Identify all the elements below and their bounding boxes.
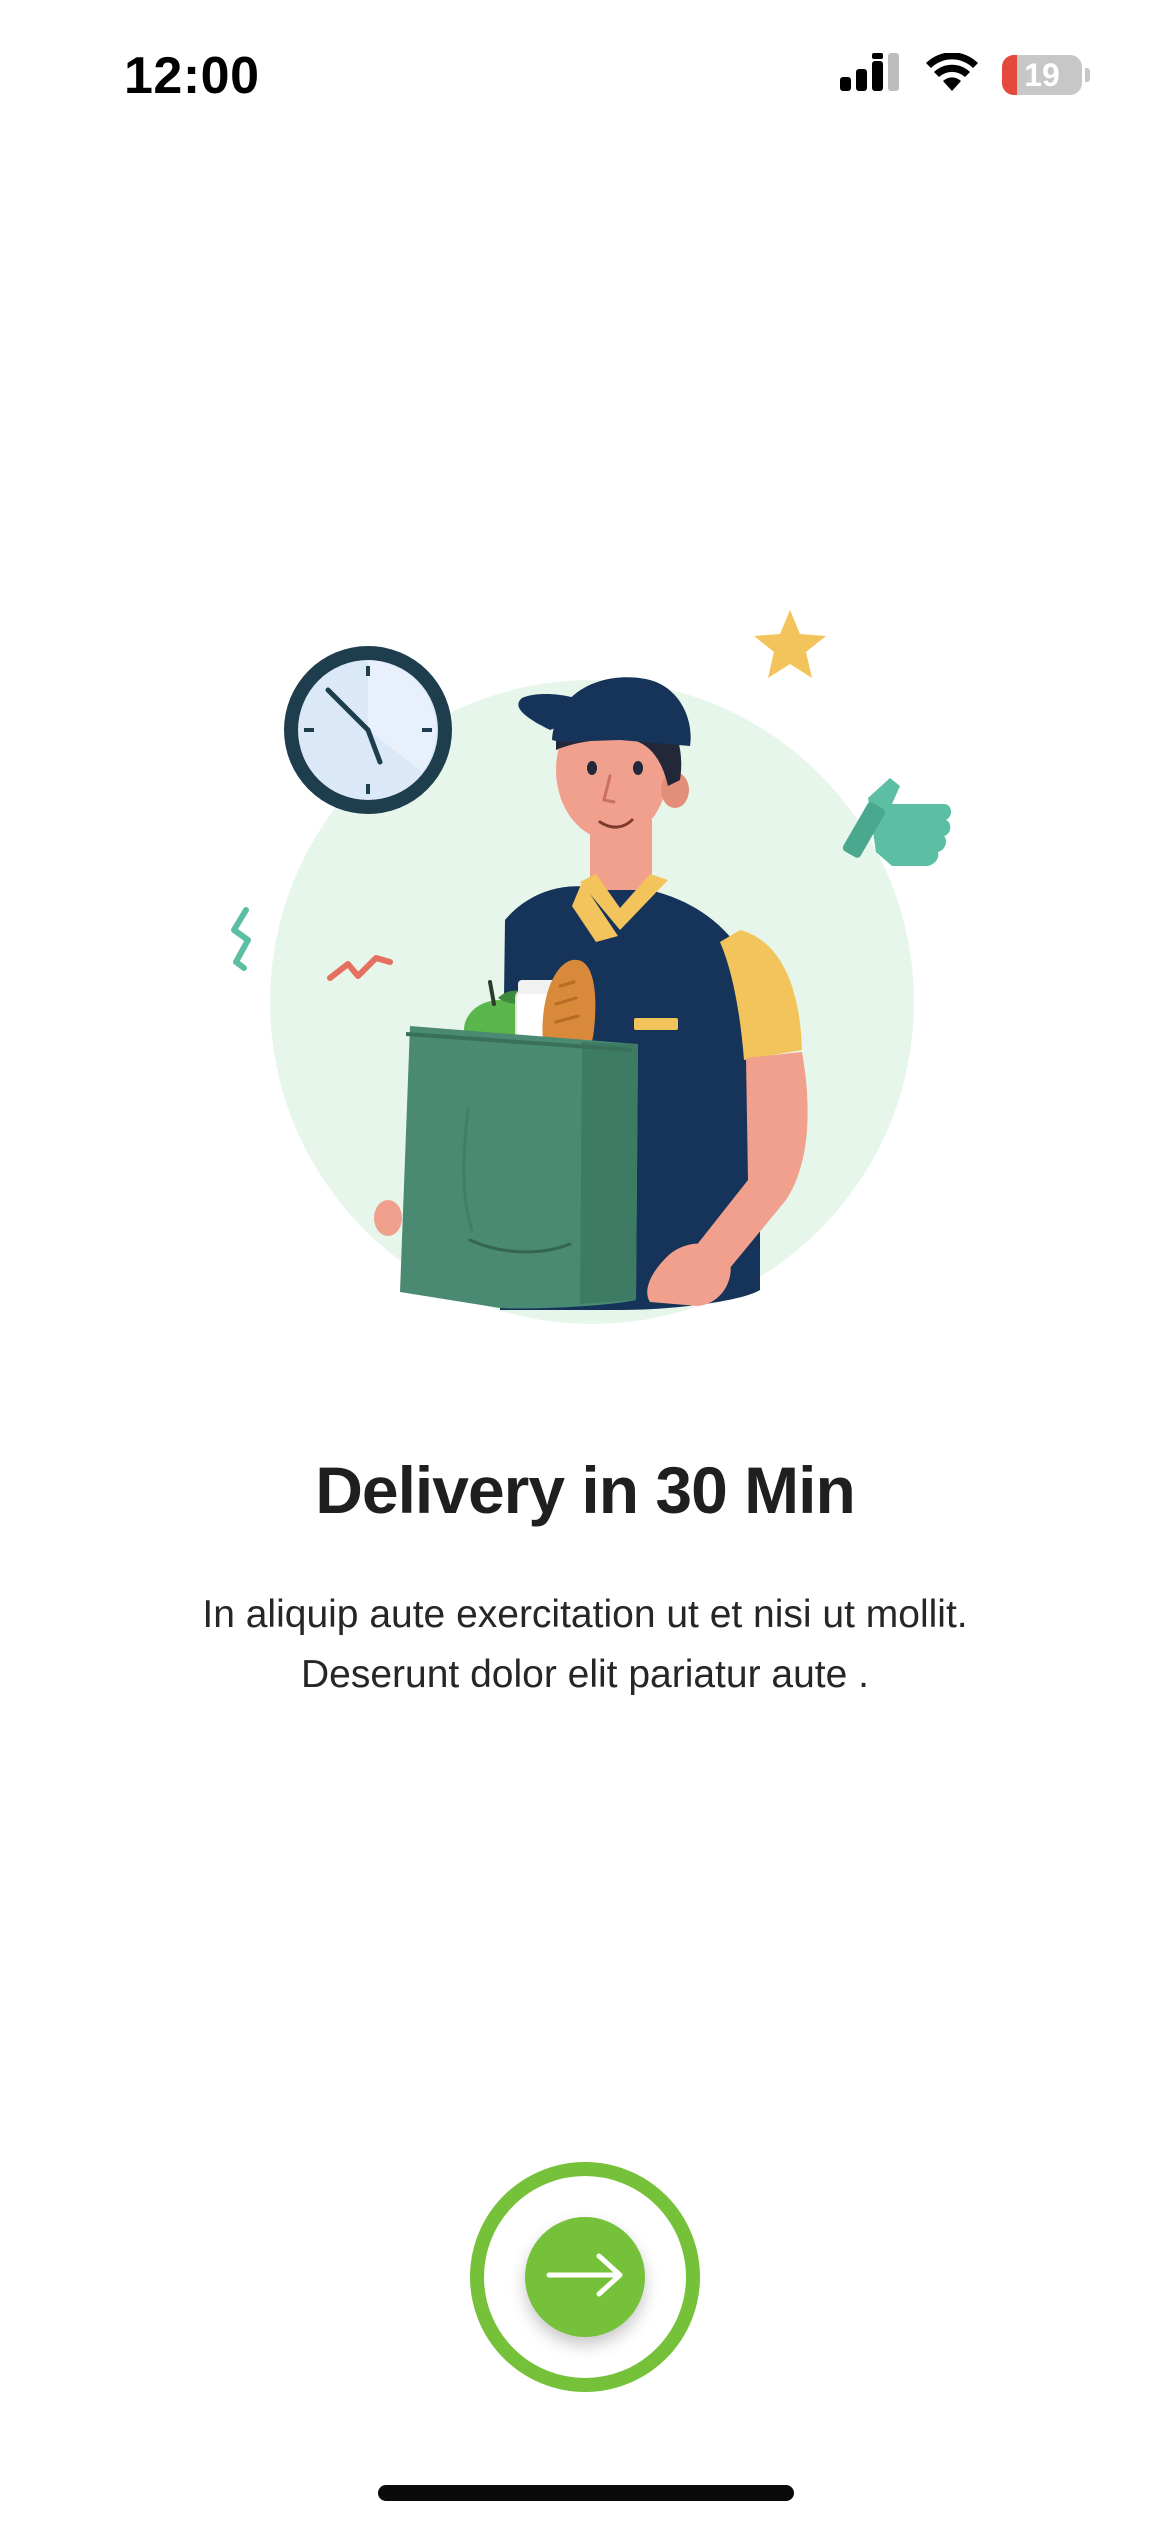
onboarding-description: In aliquip aute exercitation ut et nisi … [110, 1585, 1060, 1705]
star-icon [754, 610, 826, 678]
status-time: 12:00 [124, 47, 260, 105]
battery-icon: 19 [1002, 55, 1082, 95]
status-icons: 19 [840, 50, 1090, 100]
description-line-1: In aliquip aute exercitation ut et nisi … [202, 1593, 968, 1636]
status-bar: 12:00 19 [0, 0, 1170, 150]
home-indicator[interactable] [378, 2485, 794, 2501]
next-button[interactable] [525, 2217, 645, 2337]
battery-level-text: 19 [1024, 57, 1060, 93]
thumbs-up-icon [842, 778, 952, 866]
wifi-icon [924, 51, 980, 98]
cellular-signal-icon [840, 52, 902, 98]
delivery-illustration [200, 590, 980, 1350]
arrow-right-icon [545, 2252, 625, 2303]
clock-icon [284, 646, 452, 814]
onboarding-title: Delivery in 30 Min [315, 1453, 856, 1527]
description-line-2: Deserunt dolor elit pariatur aute . [301, 1653, 869, 1696]
battery-cap [1085, 68, 1090, 82]
